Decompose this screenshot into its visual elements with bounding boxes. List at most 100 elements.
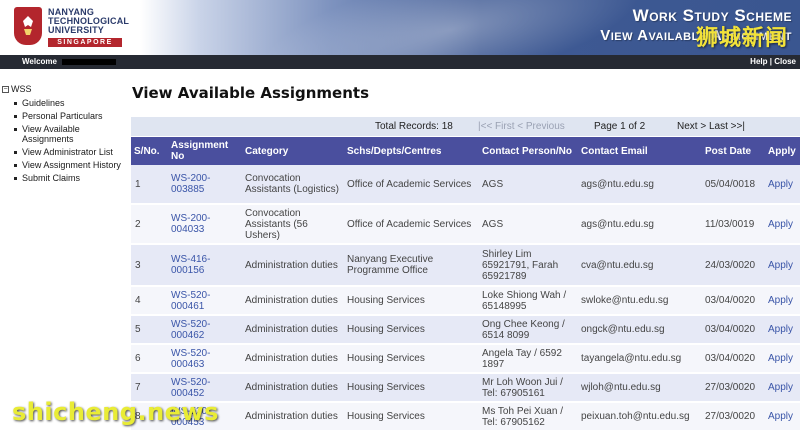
email-cell: tayangela@ntu.edu.sg xyxy=(578,344,702,374)
assignment-no-link[interactable]: WS-520-000462 xyxy=(168,315,242,345)
watermark-top: 狮城新闻 xyxy=(695,26,788,51)
table-row: 8 WS-520-000453 Administration duties Ho… xyxy=(131,402,800,432)
apply-link[interactable]: Apply xyxy=(765,165,800,205)
contact-cell: Angela Tay / 6592 1897 xyxy=(479,344,578,374)
sidebar-item-view-available-assignments[interactable]: View Available Assignments xyxy=(14,124,128,144)
contact-cell: Ms Toh Pei Xuan / Tel: 67905162 xyxy=(479,402,578,432)
next-last-nav[interactable]: Next > Last >>| xyxy=(677,117,745,136)
assignment-no-link[interactable]: WS-520-000461 xyxy=(168,286,242,316)
post-date-cell: 27/03/0020 xyxy=(702,373,765,403)
university-logo: NANYANG TECHNOLOGICAL UNIVERSITY SINGAPO… xyxy=(48,8,138,47)
category-cell: Administration duties xyxy=(242,286,344,316)
department-cell: Housing Services xyxy=(344,402,479,432)
user-bar: Welcome Help | Close xyxy=(0,55,800,69)
logo-country: SINGAPORE xyxy=(48,38,122,47)
category-cell: Administration duties xyxy=(242,373,344,403)
close-link[interactable]: Close xyxy=(774,57,796,66)
email-cell: ags@ntu.edu.sg xyxy=(578,165,702,205)
category-cell: Administration duties xyxy=(242,402,344,432)
table-row: 7 WS-520-000452 Administration duties Ho… xyxy=(131,373,800,403)
assignment-no-link[interactable]: WS-520-000463 xyxy=(168,344,242,374)
total-records: Total Records: 18 xyxy=(375,121,453,132)
watermark-bottom: shicheng.news xyxy=(12,398,219,426)
sidebar-item-submit-claims[interactable]: Submit Claims xyxy=(14,173,128,183)
table-row: 1 WS-200-003885 Convocation Assistants (… xyxy=(131,165,800,205)
contact-cell: AGS xyxy=(479,165,578,205)
apply-link[interactable]: Apply xyxy=(765,402,800,432)
email-cell: wjloh@ntu.edu.sg xyxy=(578,373,702,403)
column-header: Contact Email xyxy=(578,137,702,165)
header-banner: NANYANG TECHNOLOGICAL UNIVERSITY SINGAPO… xyxy=(0,0,800,55)
department-cell: Office of Academic Services xyxy=(344,165,479,205)
column-header: Contact Person/No xyxy=(479,137,578,165)
post-date-cell: 11/03/0019 xyxy=(702,204,765,245)
post-date-cell: 24/03/0020 xyxy=(702,244,765,287)
apply-link[interactable]: Apply xyxy=(765,204,800,245)
assignment-no-link[interactable]: WS-200-003885 xyxy=(168,165,242,205)
logo-line: UNIVERSITY xyxy=(48,25,105,35)
table-row: 5 WS-520-000462 Administration duties Ho… xyxy=(131,315,800,345)
assignment-no-link[interactable]: WS-200-004033 xyxy=(168,204,242,245)
column-header: Apply xyxy=(765,137,800,165)
welcome-label: Welcome xyxy=(22,57,57,66)
page-indicator: Page 1 of 2 xyxy=(594,121,646,132)
serial-number: 2 xyxy=(131,204,168,245)
column-header: S/No. xyxy=(131,137,168,165)
category-cell: Convocation Assistants (56 Ushers) xyxy=(242,204,344,245)
email-cell: peixuan.toh@ntu.edu.sg xyxy=(578,402,702,432)
apply-link[interactable]: Apply xyxy=(765,373,800,403)
apply-link[interactable]: Apply xyxy=(765,244,800,287)
serial-number: 5 xyxy=(131,315,168,345)
ntu-crest-icon xyxy=(14,7,42,45)
table-row: 2 WS-200-004033 Convocation Assistants (… xyxy=(131,204,800,245)
assignment-no-link[interactable]: WS-416-000156 xyxy=(168,244,242,287)
column-header: Post Date xyxy=(702,137,765,165)
topbar-links: Help | Close xyxy=(750,55,796,69)
sidebar-root[interactable]: − WSS xyxy=(2,84,32,94)
email-cell: swloke@ntu.edu.sg xyxy=(578,286,702,316)
post-date-cell: 03/04/0020 xyxy=(702,344,765,374)
post-date-cell: 03/04/0020 xyxy=(702,286,765,316)
column-header: Category xyxy=(242,137,344,165)
post-date-cell: 03/04/0020 xyxy=(702,315,765,345)
sidebar-item-view-assignment-history[interactable]: View Assignment History xyxy=(14,160,128,170)
email-cell: ongck@ntu.edu.sg xyxy=(578,315,702,345)
contact-cell: Loke Shiong Wah / 65148995 xyxy=(479,286,578,316)
redacted-username xyxy=(62,59,116,65)
table-header-row: S/No. Assignment No Category Schs/Depts/… xyxy=(131,137,800,165)
apply-link[interactable]: Apply xyxy=(765,315,800,345)
post-date-cell: 27/03/0020 xyxy=(702,402,765,432)
sidebar-menu: Guidelines Personal Particulars View Ava… xyxy=(14,98,128,186)
contact-cell: Ong Chee Keong / 6514 8099 xyxy=(479,315,578,345)
category-cell: Convocation Assistants (Logistics) xyxy=(242,165,344,205)
apply-link[interactable]: Apply xyxy=(765,344,800,374)
sidebar-root-label: WSS xyxy=(11,84,32,94)
email-cell: cva@ntu.edu.sg xyxy=(578,244,702,287)
department-cell: Housing Services xyxy=(344,315,479,345)
apply-link[interactable]: Apply xyxy=(765,286,800,316)
sidebar-item-guidelines[interactable]: Guidelines xyxy=(14,98,128,108)
help-link[interactable]: Help xyxy=(750,57,767,66)
sidebar-item-view-administrator-list[interactable]: View Administrator List xyxy=(14,147,128,157)
department-cell: Housing Services xyxy=(344,286,479,316)
serial-number: 3 xyxy=(131,244,168,287)
serial-number: 1 xyxy=(131,165,168,205)
collapse-icon[interactable]: − xyxy=(2,85,9,93)
pagination-bar: Total Records: 18 |<< First < Previous P… xyxy=(131,117,800,136)
contact-cell: AGS xyxy=(479,204,578,245)
table-row: 3 WS-416-000156 Administration duties Na… xyxy=(131,244,800,287)
column-header: Assignment No xyxy=(168,137,242,165)
first-previous-nav: |<< First < Previous xyxy=(478,121,565,132)
serial-number: 6 xyxy=(131,344,168,374)
sidebar-item-personal-particulars[interactable]: Personal Particulars xyxy=(14,111,128,121)
contact-cell: Shirley Lim 65921791, Farah 65921789 xyxy=(479,244,578,287)
contact-cell: Mr Loh Woon Jui / Tel: 67905161 xyxy=(479,373,578,403)
email-cell: ags@ntu.edu.sg xyxy=(578,204,702,245)
department-cell: Housing Services xyxy=(344,344,479,374)
table-row: 4 WS-520-000461 Administration duties Ho… xyxy=(131,286,800,316)
category-cell: Administration duties xyxy=(242,344,344,374)
post-date-cell: 05/04/0018 xyxy=(702,165,765,205)
assignments-table: S/No. Assignment No Category Schs/Depts/… xyxy=(131,137,800,432)
category-cell: Administration duties xyxy=(242,244,344,287)
column-header: Schs/Depts/Centres xyxy=(344,137,479,165)
